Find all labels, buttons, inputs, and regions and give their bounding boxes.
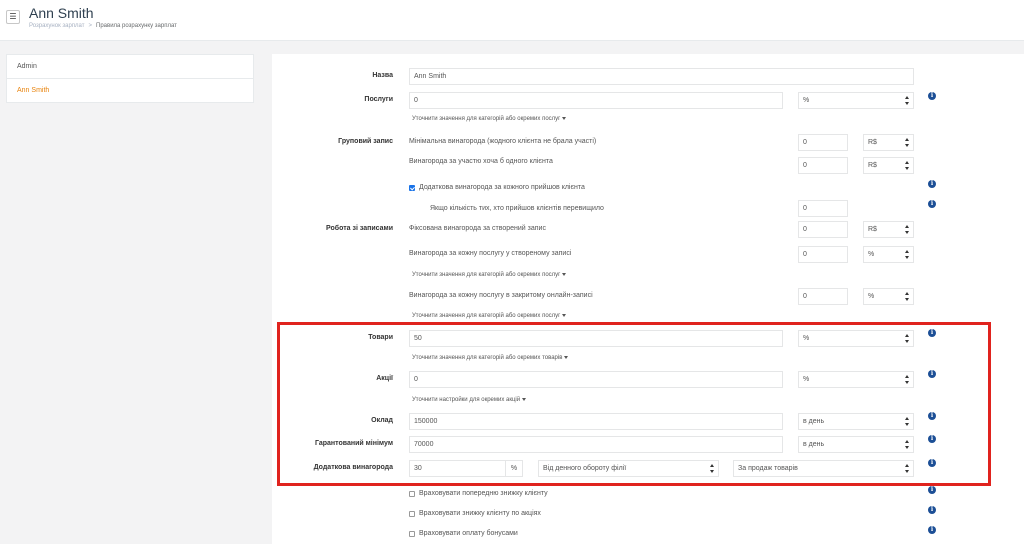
- bookings-label: Робота зі записами: [326, 225, 393, 232]
- group-threshold-label: Якщо кількість тих, хто прийшов клієнтів…: [430, 205, 604, 212]
- bookings-online-input[interactable]: 0: [798, 288, 848, 305]
- promo-discount-info-icon[interactable]: i: [928, 506, 936, 514]
- bonus-payment-label: Враховувати оплату бонусами: [419, 530, 518, 537]
- sidebar-item-admin[interactable]: Admin: [7, 55, 253, 79]
- bookings-per-service-input[interactable]: 0: [798, 246, 848, 263]
- prev-discount-checkbox[interactable]: [409, 491, 415, 497]
- group-min-reward-label: Мінімальна винагорода (жодного клієнта н…: [409, 138, 597, 145]
- group-threshold-input[interactable]: 0: [798, 200, 848, 217]
- breadcrumb-current: Правила розрахунку зарплат: [96, 23, 177, 29]
- name-label: Назва: [372, 72, 393, 79]
- bookings-per-service-unit-select[interactable]: %: [863, 246, 914, 263]
- bookings-fixed-input[interactable]: 0: [798, 221, 848, 238]
- group-per-client-input[interactable]: 0: [798, 157, 848, 174]
- bookings-online-label: Винагорода за кожну послугу в закритому …: [409, 292, 593, 299]
- breadcrumb-separator: >: [88, 23, 93, 29]
- sidebar: Admin Ann Smith: [6, 54, 254, 103]
- prev-discount-info-icon[interactable]: i: [928, 486, 936, 494]
- bonus-payment-info-icon[interactable]: i: [928, 526, 936, 534]
- bookings-fixed-label: Фіксована винагорода за створений запис: [409, 225, 546, 232]
- chevron-down-icon: [562, 116, 567, 120]
- group-per-client-currency-select[interactable]: R$: [863, 157, 914, 174]
- group-min-reward-input[interactable]: 0: [798, 134, 848, 151]
- services-unit-select[interactable]: %: [798, 92, 914, 109]
- page-title: Ann Smith: [29, 5, 94, 21]
- bookings-refine-link-1[interactable]: Уточнити значення для категорій або окре…: [412, 272, 567, 278]
- services-label: Послуги: [364, 96, 393, 103]
- breadcrumb-link-salary[interactable]: Розрахунок зарплат: [29, 23, 85, 29]
- group-booking-label: Груповий запис: [338, 138, 393, 145]
- top-bar: ☰ Ann Smith Розрахунок зарплат > Правила р…: [0, 0, 1024, 41]
- bonus-payment-checkbox[interactable]: [409, 531, 415, 537]
- group-threshold-info-icon[interactable]: i: [928, 200, 936, 208]
- breadcrumb: Розрахунок зарплат > Правила розрахунку за…: [29, 23, 177, 29]
- prev-discount-label: Враховувати попередню знижку клієнту: [419, 490, 548, 497]
- highlight-box: [277, 322, 991, 486]
- services-input[interactable]: 0: [409, 92, 783, 109]
- group-per-client-label: Винагорода за участю хоча б одного клієн…: [409, 158, 553, 165]
- name-input[interactable]: Ann Smith: [409, 68, 914, 85]
- group-extra-reward-checkbox[interactable]: [409, 185, 415, 191]
- group-min-reward-currency-select[interactable]: R$: [863, 134, 914, 151]
- promo-discount-label: Враховувати знижку клієнту по акціях: [419, 510, 541, 517]
- bookings-fixed-currency-select[interactable]: R$: [863, 221, 914, 238]
- bookings-online-unit-select[interactable]: %: [863, 288, 914, 305]
- hamburger-menu-icon[interactable]: ☰: [6, 10, 20, 24]
- promo-discount-checkbox[interactable]: [409, 511, 415, 517]
- sidebar-item-ann-smith[interactable]: Ann Smith: [7, 79, 253, 103]
- services-refine-link[interactable]: Уточнити значення для категорій або окре…: [412, 116, 567, 122]
- bookings-refine-link-2[interactable]: Уточнити значення для категорій або окре…: [412, 313, 567, 319]
- chevron-down-icon: [562, 272, 567, 276]
- services-info-icon[interactable]: i: [928, 92, 936, 100]
- group-extra-info-icon[interactable]: i: [928, 180, 936, 188]
- chevron-down-icon: [562, 313, 567, 317]
- group-extra-reward-label: Додаткова винагорода за кожного прийшов …: [419, 184, 585, 191]
- bookings-per-service-label: Винагорода за кожну послугу у створеному…: [409, 250, 572, 257]
